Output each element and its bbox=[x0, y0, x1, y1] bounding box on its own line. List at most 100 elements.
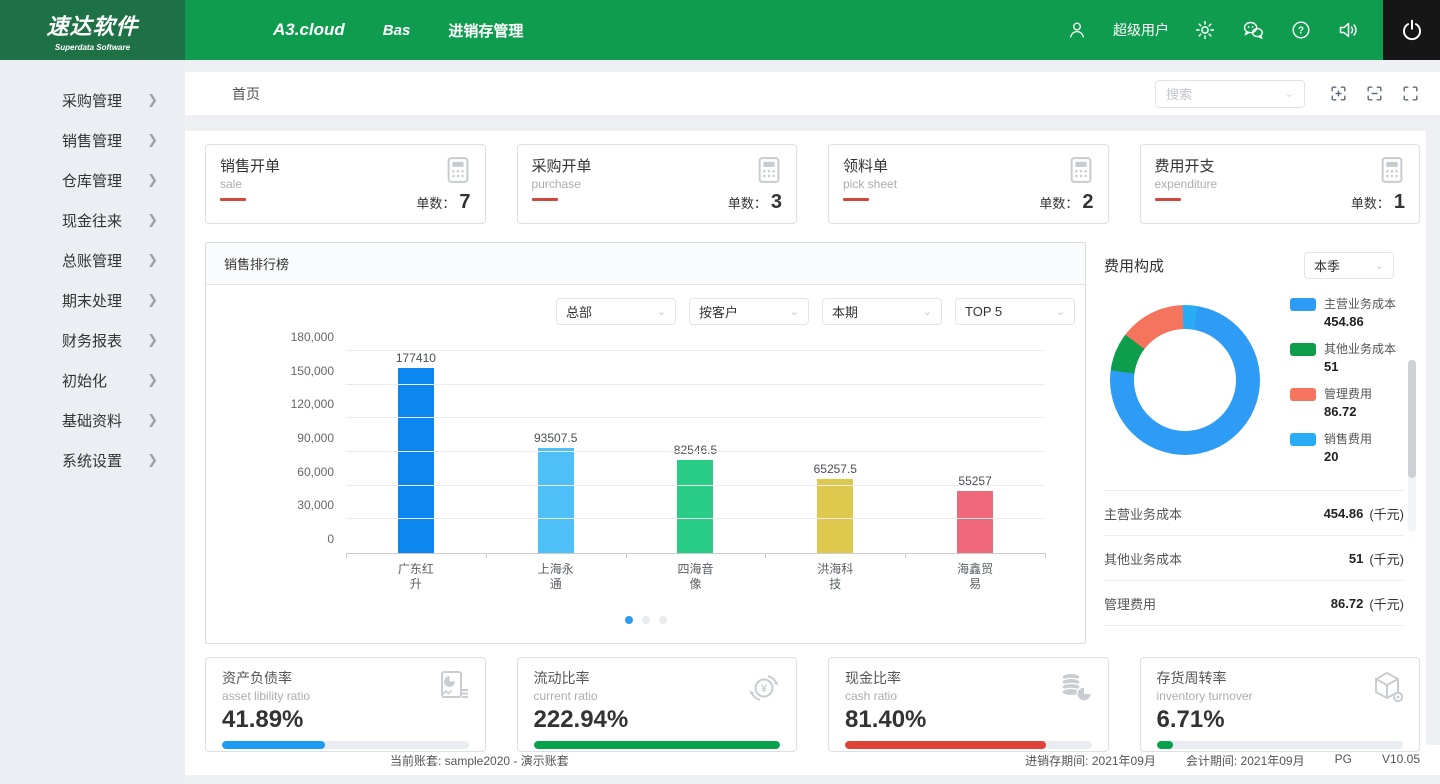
sidebar-item[interactable]: 期末处理 ❯ bbox=[0, 280, 185, 320]
stat-card-count: 单数：1 bbox=[1351, 191, 1405, 214]
expense-donut bbox=[1110, 305, 1260, 455]
metric-progress-track bbox=[845, 741, 1092, 749]
zoom-out-icon[interactable] bbox=[1365, 84, 1384, 103]
bar-value-label: 93507.5 bbox=[534, 431, 577, 445]
svg-text:?: ? bbox=[1298, 26, 1304, 37]
status-bar-item: V10.05 bbox=[1382, 752, 1420, 769]
nav-item-a3cloud[interactable]: A3.cloud bbox=[273, 20, 345, 40]
legend-item: 其他业务成本 51 bbox=[1290, 340, 1396, 374]
calculator-icon bbox=[1066, 155, 1096, 185]
metric-card-value: 41.89% bbox=[222, 706, 469, 734]
chevron-right-icon: ❯ bbox=[147, 132, 158, 148]
wechat-icon[interactable] bbox=[1241, 18, 1265, 42]
carousel-dot[interactable] bbox=[659, 616, 667, 624]
chart-filter-select[interactable]: 按客户 ⌄ bbox=[689, 298, 809, 325]
legend-item: 销售费用 20 bbox=[1290, 430, 1396, 464]
top-nav: A3.cloud Bas 进销存管理 超级用户 bbox=[185, 0, 1383, 60]
sidebar-item[interactable]: 总账管理 ❯ bbox=[0, 240, 185, 280]
nav-item-bas[interactable]: Bas bbox=[383, 22, 411, 39]
legend-label: 管理费用 bbox=[1324, 385, 1372, 402]
stat-card[interactable]: 采购开单 purchase 单数：3 bbox=[517, 144, 798, 224]
carousel-dot[interactable] bbox=[642, 616, 650, 624]
sidebar-item-label: 总账管理 bbox=[62, 250, 122, 271]
chevron-down-icon: ⌄ bbox=[923, 305, 932, 318]
expense-period-select[interactable]: 本季 ⌄ bbox=[1304, 252, 1394, 279]
nav-item-inventory-module[interactable]: 进销存管理 bbox=[448, 20, 523, 41]
user-icon[interactable] bbox=[1065, 18, 1089, 42]
y-axis-tick: 90,000 bbox=[242, 431, 334, 445]
calculator-icon bbox=[443, 155, 473, 185]
legend-value: 454.86 bbox=[1324, 314, 1396, 329]
chart-filter-select[interactable]: 总部 ⌄ bbox=[556, 298, 676, 325]
sidebar-item[interactable]: 系统设置 ❯ bbox=[0, 440, 185, 480]
bar-column: 82546.5 bbox=[626, 351, 766, 553]
chart-filter-row: 总部 ⌄ 按客户 ⌄ 本期 ⌄ TOP 5 ⌄ bbox=[206, 285, 1085, 325]
box-icon bbox=[1367, 668, 1407, 708]
stat-card-subtitle: sale bbox=[220, 177, 471, 191]
x-axis-tick bbox=[486, 553, 487, 558]
sidebar-item-label: 仓库管理 bbox=[62, 170, 122, 191]
stat-card-subtitle: purchase bbox=[532, 177, 783, 191]
metric-card: 存货周转率 inventory turnover 6.71% bbox=[1140, 657, 1421, 752]
chevron-right-icon: ❯ bbox=[147, 372, 158, 388]
legend-swatch bbox=[1290, 343, 1316, 356]
stat-row: 销售开单 sale 单数：7 采购开单 purchase 单数：3 bbox=[205, 144, 1420, 224]
gridline bbox=[346, 384, 1045, 385]
help-icon[interactable]: ? bbox=[1289, 18, 1313, 42]
metric-card-value: 81.40% bbox=[845, 706, 1092, 734]
sidebar-item-label: 销售管理 bbox=[62, 130, 122, 151]
stat-card[interactable]: 领料单 pick sheet 单数：2 bbox=[828, 144, 1109, 224]
legend-value: 20 bbox=[1324, 449, 1372, 464]
x-axis-tick bbox=[1045, 553, 1046, 558]
settings-gear-icon[interactable] bbox=[1193, 18, 1217, 42]
metric-progress-fill bbox=[222, 741, 325, 749]
breakdown-label: 主营业务成本 bbox=[1104, 504, 1182, 523]
dashboard-content: 销售开单 sale 单数：7 采购开单 purchase 单数：3 bbox=[185, 131, 1426, 745]
stat-card[interactable]: 费用开支 expenditure 单数：1 bbox=[1140, 144, 1421, 224]
metric-progress-fill bbox=[845, 741, 1046, 749]
chevron-down-icon: ⌄ bbox=[790, 305, 799, 318]
chevron-down-icon: ⌄ bbox=[657, 305, 666, 318]
gridline bbox=[346, 451, 1045, 452]
sidebar-item[interactable]: 现金往来 ❯ bbox=[0, 200, 185, 240]
sidebar-item[interactable]: 初始化 ❯ bbox=[0, 360, 185, 400]
tab-home[interactable]: 首页 bbox=[232, 84, 260, 104]
scrollbar-thumb[interactable] bbox=[1408, 360, 1416, 478]
search-input[interactable]: 搜索 ⌄ bbox=[1155, 80, 1305, 108]
x-axis-category-label: 四海音像 bbox=[626, 562, 766, 592]
chevron-right-icon: ❯ bbox=[147, 92, 158, 108]
sales-ranking-title: 销售排行榜 bbox=[206, 243, 1085, 285]
metric-card-value: 6.71% bbox=[1157, 706, 1404, 734]
header-actions: 超级用户 ? bbox=[1065, 18, 1383, 42]
currency-cycle-icon: ¥ bbox=[744, 668, 784, 708]
stat-card-subtitle: pick sheet bbox=[843, 177, 1094, 191]
scrollbar-track[interactable] bbox=[1408, 360, 1416, 532]
zoom-in-icon[interactable] bbox=[1329, 84, 1348, 103]
stat-card[interactable]: 销售开单 sale 单数：7 bbox=[205, 144, 486, 224]
stat-card-subtitle: expenditure bbox=[1155, 177, 1406, 191]
svg-text:¥: ¥ bbox=[761, 683, 768, 695]
gridline bbox=[346, 417, 1045, 418]
sidebar-item[interactable]: 仓库管理 ❯ bbox=[0, 160, 185, 200]
legend-value: 86.72 bbox=[1324, 404, 1372, 419]
chart-filter-select[interactable]: TOP 5 ⌄ bbox=[955, 298, 1075, 325]
y-axis-tick: 150,000 bbox=[242, 364, 334, 378]
carousel-dot[interactable] bbox=[625, 616, 633, 624]
logout-power-button[interactable] bbox=[1383, 0, 1440, 60]
chevron-right-icon: ❯ bbox=[147, 452, 158, 468]
expense-period-value: 本季 bbox=[1314, 256, 1340, 275]
y-axis-tick: 30,000 bbox=[242, 498, 334, 512]
sidebar-item[interactable]: 基础资料 ❯ bbox=[0, 400, 185, 440]
sidebar-item[interactable]: 财务报表 ❯ bbox=[0, 320, 185, 360]
filter-value: 本期 bbox=[832, 302, 858, 321]
calculator-icon bbox=[1377, 155, 1407, 185]
fullscreen-icon[interactable] bbox=[1401, 84, 1420, 103]
sidebar-item-label: 初始化 bbox=[62, 370, 107, 391]
sidebar-item[interactable]: 采购管理 ❯ bbox=[0, 80, 185, 120]
sidebar-item[interactable]: 销售管理 ❯ bbox=[0, 120, 185, 160]
bar-column: 65257.5 bbox=[765, 351, 905, 553]
chart-filter-select[interactable]: 本期 ⌄ bbox=[822, 298, 942, 325]
speaker-icon[interactable] bbox=[1337, 18, 1361, 42]
calculator-icon bbox=[754, 155, 784, 185]
chevron-right-icon: ❯ bbox=[147, 172, 158, 188]
